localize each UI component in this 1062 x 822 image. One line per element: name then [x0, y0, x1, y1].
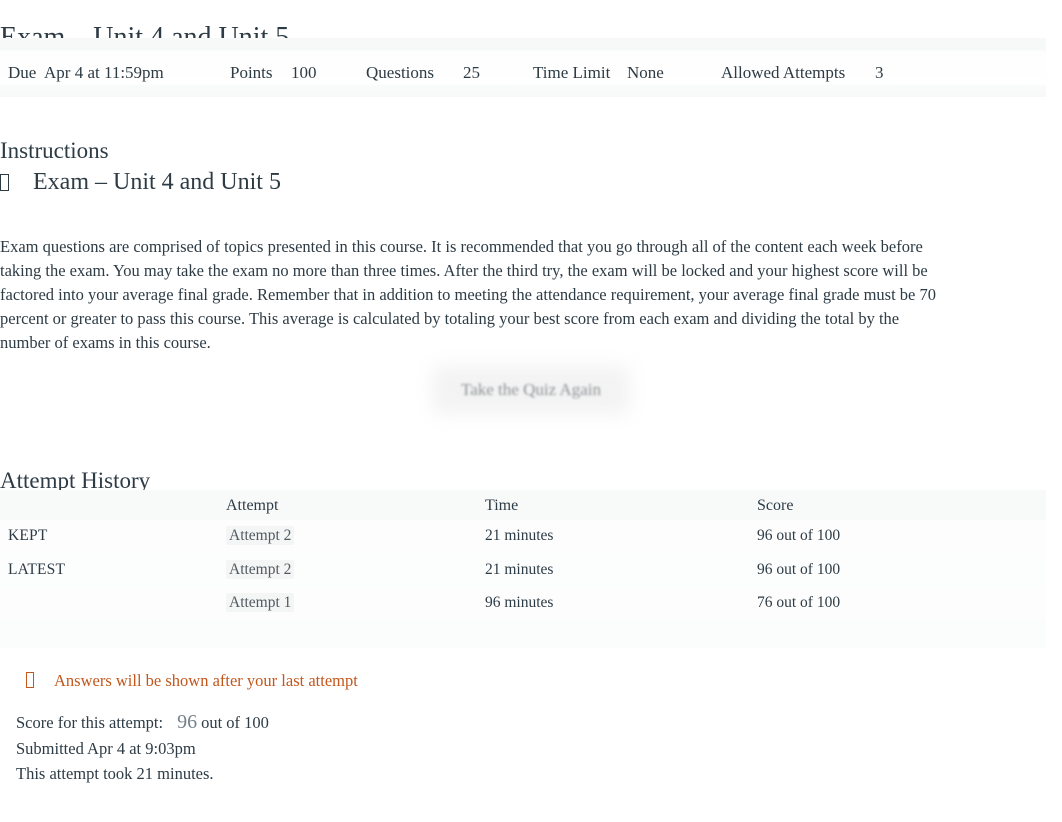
- column-header-score: Score: [757, 497, 794, 514]
- column-header-attempt: Attempt: [226, 497, 279, 514]
- table-row-flag: KEPT: [8, 527, 48, 544]
- attempt-link[interactable]: Attempt 2: [226, 560, 295, 579]
- table-row: Attempt 1: [226, 593, 295, 613]
- instructions-subheading: Exam – Unit 4 and Unit 5: [0, 165, 281, 199]
- submitted-line: Submitted Apr 4 at 9:03pm: [16, 738, 196, 758]
- answers-notice: Answers will be shown after your last at…: [26, 669, 358, 693]
- due-label: Due: [8, 63, 37, 82]
- table-row-time: 96 minutes: [485, 594, 554, 611]
- table-header-band: [0, 490, 1046, 520]
- missing-glyph-icon: [0, 174, 9, 191]
- answers-notice-text: Answers will be shown after your last at…: [54, 671, 358, 690]
- table-row: Attempt 2: [226, 526, 295, 546]
- table-row-time: 21 minutes: [485, 527, 554, 544]
- missing-glyph-icon: [26, 672, 34, 688]
- table-row-score: 76 out of 100: [757, 594, 841, 611]
- duration-line: This attempt took 21 minutes.: [16, 764, 214, 784]
- table-footer-band: [0, 620, 1046, 648]
- points-label: Points: [230, 63, 273, 82]
- table-row-score: 96 out of 100: [757, 561, 841, 578]
- instructions-body-text: Exam questions are comprised of topics p…: [0, 236, 937, 353]
- quiz-details-row: Due Apr 4 at 11:59pm Points 100 Question…: [0, 58, 1046, 88]
- score-outof: out of 100: [201, 713, 269, 732]
- score-value: 96: [177, 711, 198, 733]
- take-quiz-again-button[interactable]: Take the Quiz Again: [432, 366, 630, 414]
- column-header-time: Time: [485, 497, 519, 514]
- score-for-attempt-line: Score for this attempt: 96 out of 100: [16, 710, 269, 736]
- table-row-score: 96 out of 100: [757, 527, 841, 544]
- attempt-link[interactable]: Attempt 1: [226, 593, 295, 612]
- score-summary: Score for this attempt: 96 out of 100 Subm…: [16, 710, 269, 787]
- due-value: Apr 4 at 11:59pm: [44, 63, 164, 82]
- score-label: Score for this attempt:: [16, 713, 164, 732]
- allowed-attempts-label: Allowed Attempts: [721, 63, 846, 82]
- points-value: 100: [291, 63, 317, 82]
- instructions-heading: Instructions: [0, 138, 109, 164]
- attempt-history-table: Attempt Time Score KEPT Attempt 2 21 min…: [0, 490, 1046, 648]
- allowed-attempts-value: 3: [875, 63, 884, 82]
- table-row: Attempt 2: [226, 560, 295, 580]
- table-row-flag: LATEST: [8, 561, 66, 578]
- time-limit-value: None: [627, 63, 664, 82]
- instructions-subheading-label: Exam – Unit 4 and Unit 5: [33, 169, 281, 195]
- table-row-time: 21 minutes: [485, 561, 554, 578]
- questions-value: 25: [463, 63, 480, 82]
- questions-label: Questions: [366, 63, 434, 82]
- attempt-link[interactable]: Attempt 2: [226, 526, 295, 545]
- time-limit-label: Time Limit: [533, 63, 611, 82]
- retake-quiz-container: Take the Quiz Again: [432, 366, 630, 414]
